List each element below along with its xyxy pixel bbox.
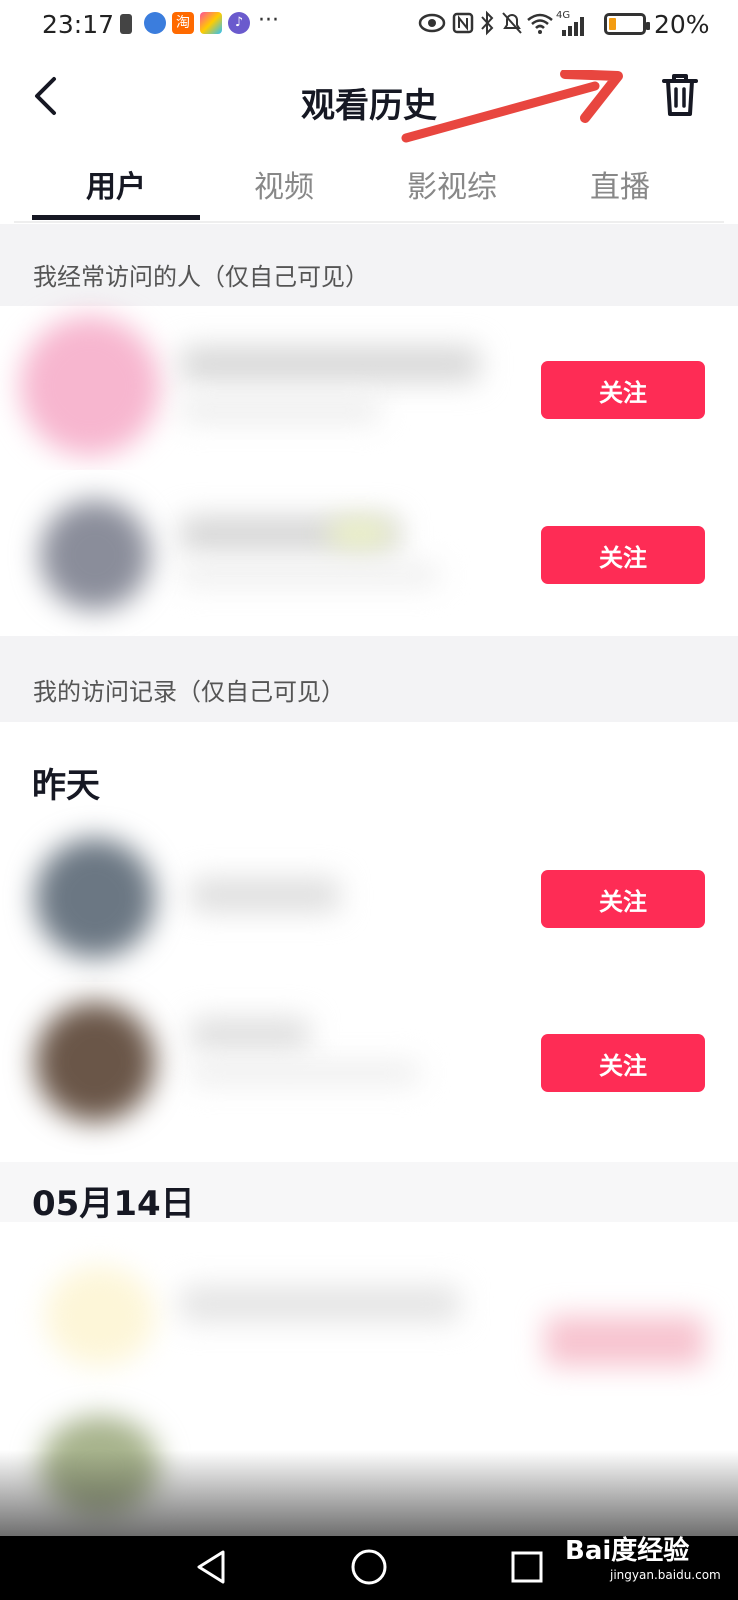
wifi-icon bbox=[527, 13, 553, 34]
nav-recents-icon[interactable] bbox=[510, 1550, 544, 1584]
tab-active-underline bbox=[32, 215, 200, 220]
tab-live[interactable]: 直播 bbox=[536, 162, 704, 206]
tab-videos[interactable]: 视频 bbox=[200, 162, 368, 206]
battery-percent: 20% bbox=[654, 10, 710, 39]
follow-button-blurred bbox=[545, 1316, 705, 1366]
colorful-app-icon bbox=[200, 12, 222, 34]
section-frequent-label: 我经常访问的人（仅自己可见） bbox=[33, 263, 369, 291]
nav-home-icon[interactable] bbox=[350, 1548, 388, 1586]
user-info-blurred bbox=[180, 398, 380, 422]
trash-icon[interactable] bbox=[660, 72, 700, 118]
bookmark-icon bbox=[120, 14, 132, 34]
list-item[interactable]: 关注 bbox=[0, 470, 738, 632]
follow-button[interactable]: 关注 bbox=[541, 870, 705, 928]
browser-icon bbox=[144, 12, 166, 34]
eye-icon bbox=[418, 13, 446, 33]
battery-icon bbox=[604, 13, 650, 35]
user-info-blurred bbox=[180, 564, 440, 586]
date-may14: 05月14日 bbox=[32, 1184, 195, 1224]
watermark-url: jingyan.baidu.com bbox=[610, 1568, 721, 1582]
user-name-blurred bbox=[190, 1018, 310, 1050]
tab-film-tv[interactable]: 影视综 bbox=[368, 162, 536, 206]
annotation-arrow-icon bbox=[401, 70, 623, 143]
avatar bbox=[35, 838, 155, 958]
tab-users[interactable]: 用户 bbox=[32, 162, 200, 206]
tab-divider bbox=[14, 221, 724, 223]
avatar bbox=[45, 1266, 155, 1366]
list-item[interactable]: 关注 bbox=[0, 818, 738, 980]
more-icon: ··· bbox=[258, 8, 279, 33]
avatar bbox=[35, 1002, 155, 1122]
nfc-icon bbox=[452, 12, 474, 34]
follow-button[interactable]: 关注 bbox=[541, 1034, 705, 1092]
list-item[interactable]: 关注 bbox=[0, 982, 738, 1144]
music-icon: ♪ bbox=[228, 12, 250, 34]
date-yesterday: 昨天 bbox=[32, 766, 100, 806]
signal-icon bbox=[562, 17, 584, 36]
list-item[interactable] bbox=[0, 1226, 738, 1396]
user-name-blurred bbox=[180, 346, 480, 382]
user-name-blurred bbox=[180, 1286, 460, 1322]
bluetooth-icon bbox=[481, 10, 494, 36]
bottom-fade bbox=[0, 1450, 738, 1540]
user-name-blurred bbox=[190, 878, 340, 912]
follow-button[interactable]: 关注 bbox=[541, 526, 705, 584]
status-bar: 23:17 淘 ♪ ··· 4G 20% bbox=[0, 0, 738, 52]
list-item[interactable]: 关注 bbox=[0, 306, 738, 468]
nav-back-icon[interactable] bbox=[193, 1548, 229, 1586]
watermark-logo: Bai度经验 bbox=[565, 1536, 690, 1566]
follow-button[interactable]: 关注 bbox=[541, 361, 705, 419]
avatar bbox=[40, 500, 150, 610]
bell-muted-icon bbox=[502, 12, 522, 34]
section-records-label: 我的访问记录（仅自己可见） bbox=[33, 678, 345, 706]
avatar bbox=[20, 316, 160, 456]
status-time: 23:17 bbox=[42, 10, 115, 39]
badge-blurred bbox=[330, 520, 390, 548]
taobao-icon: 淘 bbox=[172, 12, 194, 34]
user-info-blurred bbox=[190, 1062, 420, 1084]
